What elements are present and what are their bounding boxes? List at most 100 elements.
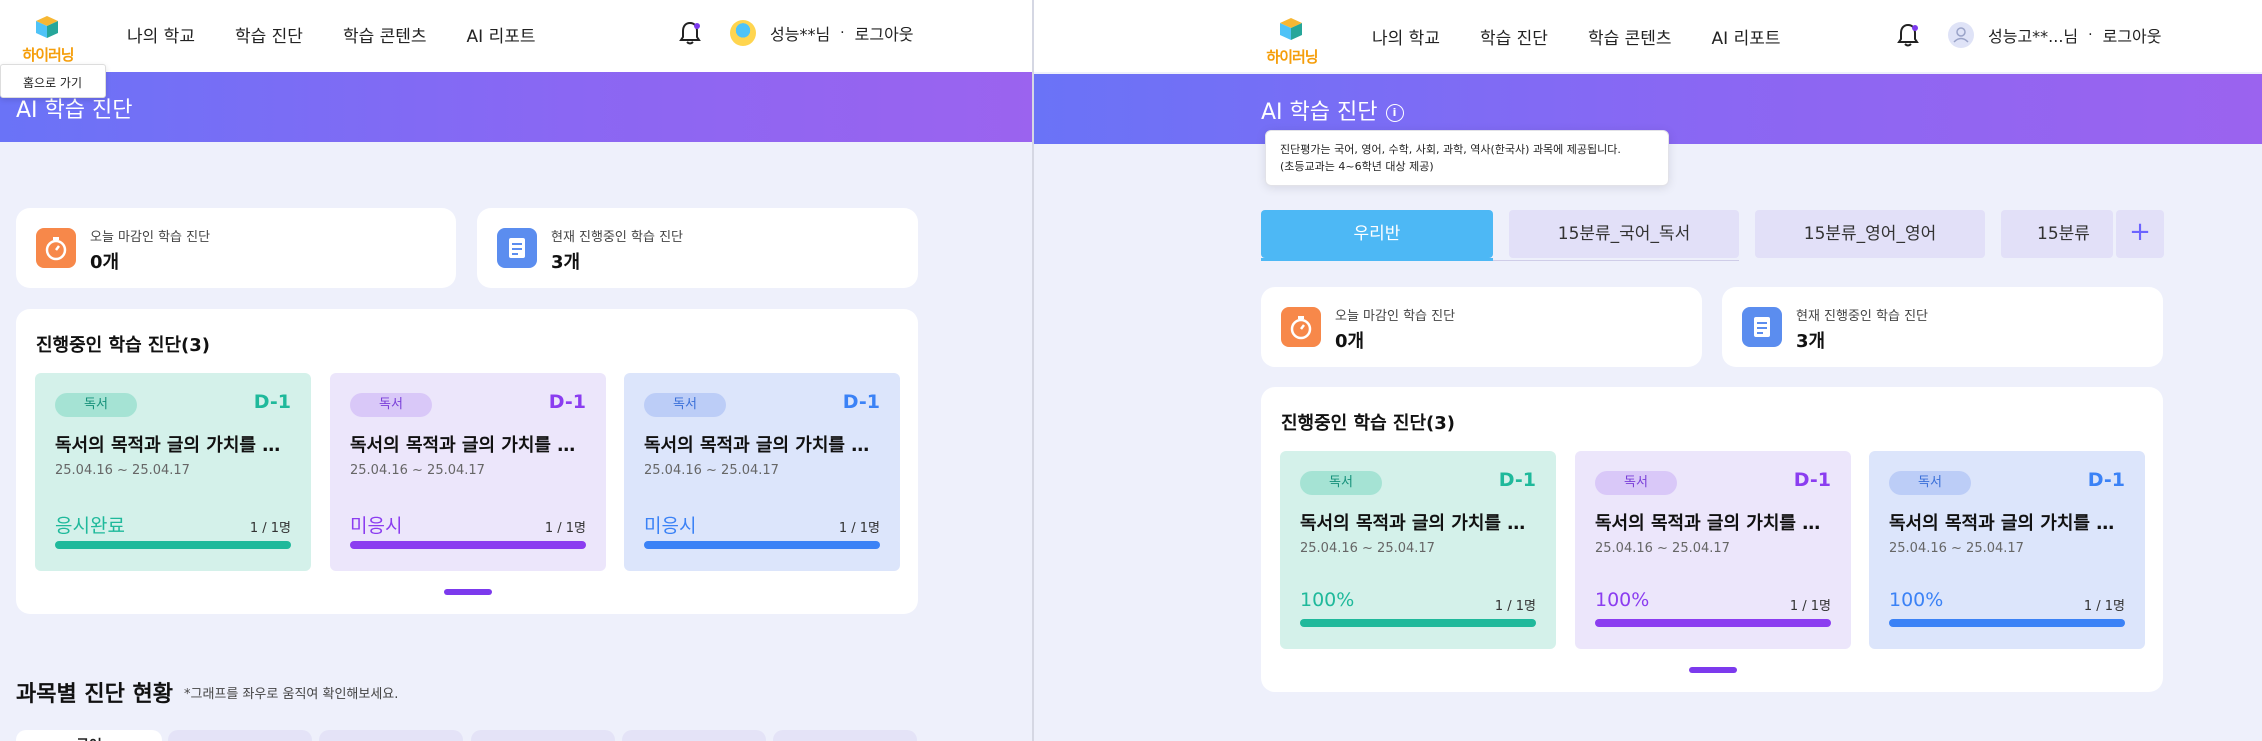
participant-count: 1 / 1명 xyxy=(838,521,880,536)
user-name: 성능**님 xyxy=(770,25,831,44)
class-tab[interactable]: 15분류 xyxy=(2001,210,2113,258)
stat-label: 오늘 마감인 학습 진단 xyxy=(1335,309,1456,324)
logo-text: 하이러닝 xyxy=(1266,48,1318,66)
stat-label: 오늘 마감인 학습 진단 xyxy=(90,230,211,245)
subject-tab[interactable] xyxy=(168,730,312,741)
separator-dot: · xyxy=(840,25,845,41)
document-icon xyxy=(1742,307,1782,347)
separator-dot: · xyxy=(2088,27,2093,43)
logout-link[interactable]: 로그아웃 xyxy=(2103,23,2162,47)
progress-bar xyxy=(1595,619,1831,627)
timer-icon xyxy=(1281,307,1321,347)
stat-card-due-today: 오늘 마감인 학습 진단 0개 xyxy=(1261,287,1702,367)
right-screen: 하이러닝 나의 학교 학습 진단 학습 콘텐츠 AI 리포트 성능고**...님… xyxy=(1034,0,2262,741)
nav-user-area: 성능**님 · 로그아웃 xyxy=(676,19,914,47)
stat-label: 현재 진행중인 학습 진단 xyxy=(551,230,683,245)
d-day-label: D-1 xyxy=(253,391,291,413)
card-status: 미응시 xyxy=(644,515,697,537)
diagnosis-card[interactable]: 독서 D-1 독서의 목적과 글의 가치를 … 25.04.16 ~ 25.04… xyxy=(35,373,311,571)
active-tab-underline xyxy=(1261,258,1493,261)
diagnosis-card[interactable]: 독서 D-1 독서의 목적과 글의 가치를 … 25.04.16 ~ 25.04… xyxy=(330,373,606,571)
progress-bar xyxy=(55,541,291,549)
stat-label: 현재 진행중인 학습 진단 xyxy=(1796,309,1928,324)
menu-diagnosis[interactable]: 학습 진단 xyxy=(1480,24,1548,49)
in-progress-panel: 진행중인 학습 진단(3) 독서 D-1 독서의 목적과 글의 가치를 … 25… xyxy=(1261,387,2163,692)
diagnosis-card[interactable]: 독서 D-1 독서의 목적과 글의 가치를 … 25.04.16 ~ 25.04… xyxy=(1869,451,2145,649)
menu-ai-report[interactable]: AI 리포트 xyxy=(467,22,536,47)
d-day-label: D-1 xyxy=(842,391,880,413)
diagnosis-card[interactable]: 독서 D-1 독서의 목적과 글의 가치를 … 25.04.16 ~ 25.04… xyxy=(1280,451,1556,649)
subject-tab[interactable] xyxy=(471,730,615,741)
logo[interactable]: 하이러닝 xyxy=(16,8,80,68)
left-screen: 하이러닝 나의 학교 학습 진단 학습 콘텐츠 AI 리포트 성능**님 · 로… xyxy=(0,0,1032,741)
class-tab[interactable]: 15분류_국어_독서 xyxy=(1509,210,1739,258)
participant-count: 1 / 1명 xyxy=(1789,599,1831,614)
avatar-icon[interactable] xyxy=(730,20,756,46)
logo-cube-icon xyxy=(36,16,58,38)
document-icon xyxy=(497,228,537,268)
logo-text: 하이러닝 xyxy=(22,46,74,64)
in-progress-panel: 진행중인 학습 진단(3) 독서 D-1 독서의 목적과 글의 가치를 … 25… xyxy=(16,309,918,614)
diagnosis-card[interactable]: 독서 D-1 독서의 목적과 글의 가치를 … 25.04.16 ~ 25.04… xyxy=(624,373,900,571)
card-title: 독서의 목적과 글의 가치를 … xyxy=(1595,513,1821,534)
d-day-label: D-1 xyxy=(1498,469,1536,491)
card-status: 응시완료 xyxy=(55,515,125,537)
diagnosis-card[interactable]: 독서 D-1 독서의 목적과 글의 가치를 … 25.04.16 ~ 25.04… xyxy=(1575,451,1851,649)
d-day-label: D-1 xyxy=(1793,469,1831,491)
menu-my-school[interactable]: 나의 학교 xyxy=(127,22,195,47)
tab-underline xyxy=(1493,260,1739,261)
plus-icon[interactable]: + xyxy=(2116,210,2164,258)
participant-count: 1 / 1명 xyxy=(2083,599,2125,614)
subject-tab[interactable] xyxy=(622,730,766,741)
menu-ai-report[interactable]: AI 리포트 xyxy=(1712,24,1781,49)
logo[interactable]: 하이러닝 xyxy=(1260,10,1324,70)
d-day-label: D-1 xyxy=(548,391,586,413)
stat-card-in-progress: 현재 진행중인 학습 진단 3개 xyxy=(477,208,918,288)
top-nav: 하이러닝 나의 학교 학습 진단 학습 콘텐츠 AI 리포트 성능**님 · 로… xyxy=(0,0,1032,72)
info-tooltip: 진단평가는 국어, 영어, 수학, 사회, 과학, 역사(한국사) 과목에 제공… xyxy=(1265,130,1669,186)
section-title: 과목별 진단 현황 xyxy=(16,682,173,707)
info-icon[interactable]: i xyxy=(1385,104,1404,122)
class-tab[interactable]: 15분류_영어_영어 xyxy=(1755,210,1985,258)
subject-tab[interactable] xyxy=(319,730,463,741)
timer-icon xyxy=(36,228,76,268)
stat-card-in-progress: 현재 진행중인 학습 진단 3개 xyxy=(1722,287,2163,367)
card-status: 미응시 xyxy=(350,515,403,537)
d-day-label: D-1 xyxy=(2087,469,2125,491)
stat-value: 0개 xyxy=(1335,331,1365,352)
logout-link[interactable]: 로그아웃 xyxy=(855,21,914,45)
carousel-indicator[interactable] xyxy=(444,589,492,595)
section-note: *그래프를 좌우로 움직여 확인해보세요. xyxy=(184,687,399,702)
panel-title: 진행중인 학습 진단(3) xyxy=(36,335,210,356)
card-title: 독서의 목적과 글의 가치를 … xyxy=(350,435,576,456)
card-title: 독서의 목적과 글의 가치를 … xyxy=(644,435,870,456)
home-tooltip[interactable]: 홈으로 가기 xyxy=(0,64,106,98)
subject-tab[interactable] xyxy=(773,730,917,741)
menu-diagnosis[interactable]: 학습 진단 xyxy=(235,22,303,47)
stat-card-due-today: 오늘 마감인 학습 진단 0개 xyxy=(16,208,456,288)
menu-my-school[interactable]: 나의 학교 xyxy=(1372,24,1440,49)
menu-contents[interactable]: 학습 콘텐츠 xyxy=(343,22,427,47)
top-nav: 하이러닝 나의 학교 학습 진단 학습 콘텐츠 AI 리포트 성능고**...님… xyxy=(1034,0,2262,72)
bell-icon[interactable] xyxy=(676,19,704,47)
main-menu: 나의 학교 학습 진단 학습 콘텐츠 AI 리포트 xyxy=(1372,24,1821,49)
card-date: 25.04.16 ~ 25.04.17 xyxy=(350,463,485,478)
logo-cube-icon xyxy=(1280,18,1302,40)
progress-bar xyxy=(350,541,586,549)
subject-badge: 독서 xyxy=(1595,471,1677,495)
subject-badge: 독서 xyxy=(55,393,137,417)
subject-badge: 독서 xyxy=(350,393,432,417)
stat-value: 3개 xyxy=(1796,331,1826,352)
subject-badge: 독서 xyxy=(644,393,726,417)
carousel-indicator[interactable] xyxy=(1689,667,1737,673)
page-title: AI 학습 진단 i xyxy=(1261,94,1404,126)
bell-icon[interactable] xyxy=(1894,21,1922,49)
subject-tab-korean[interactable]: 국어 xyxy=(16,730,162,741)
main-menu: 나의 학교 학습 진단 학습 콘텐츠 AI 리포트 xyxy=(127,22,576,47)
avatar-icon[interactable] xyxy=(1948,22,1974,48)
nav-user-area: 성능고**...님 · 로그아웃 xyxy=(1894,21,2161,49)
class-tab-our-class[interactable]: 우리반 xyxy=(1261,210,1493,258)
user-name: 성능고**...님 xyxy=(1988,27,2079,46)
menu-contents[interactable]: 학습 콘텐츠 xyxy=(1588,24,1672,49)
page-title-text: AI 학습 진단 xyxy=(1261,100,1378,125)
